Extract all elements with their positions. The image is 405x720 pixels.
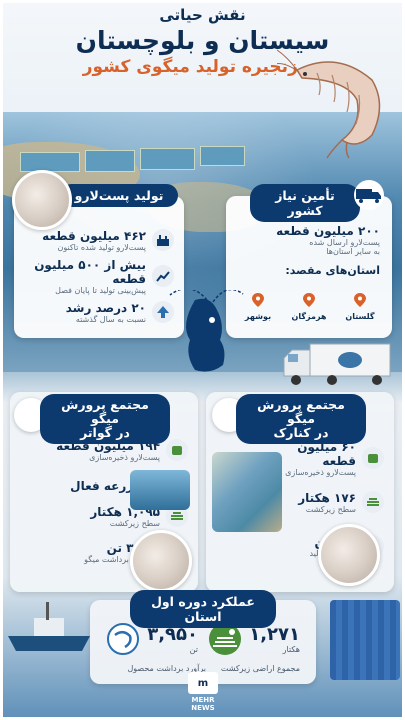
supply-value: ۲۰۰ میلیون قطعه	[276, 224, 380, 238]
header-kicker: نقش حیاتی	[159, 6, 246, 24]
hatchery-icon	[152, 229, 174, 251]
supply-label-2: به سایر استان‌ها	[326, 247, 380, 256]
destination-hormozgan: هرمزگان	[291, 312, 327, 321]
postlarva-photo	[12, 170, 72, 230]
konarak-title-line1: مجتمع پرورش میگو	[257, 397, 345, 426]
postlarva-produced-label: پست‌لارو تولید شده تاکنون	[57, 242, 146, 252]
harvest-unit: تن	[189, 645, 198, 654]
konarak-title: مجتمع پرورش میگو در کنارک	[236, 394, 366, 444]
aerator-photo	[130, 470, 190, 510]
konarak-area-label: سطح زیرکشت	[305, 504, 356, 514]
gwatr-stock-label: پست‌لارو ذخیره‌سازی	[89, 452, 160, 462]
destinations-title: استان‌های مقصد:	[285, 264, 380, 277]
location-pin-icon	[303, 293, 315, 307]
area-unit: هکتار	[282, 645, 300, 654]
gwatr-title-line2: در گواتر	[80, 425, 130, 440]
location-pin-icon	[252, 293, 264, 307]
gwatr-title: مجتمع پرورش میگو در گواتر	[40, 394, 170, 444]
mehr-logo-mark: m	[188, 672, 218, 694]
province-map	[169, 290, 244, 372]
growth-chart-icon	[152, 265, 174, 287]
mehr-logo: m MEHR NEWS	[185, 672, 221, 712]
shrimp-harvest-icon	[107, 623, 139, 655]
performance-title: عملکرد دوره اول استان	[130, 590, 276, 628]
supply-label-1: پست‌لارو ارسال شده	[309, 238, 380, 247]
postlarva-produced-value: ۴۶۲ میلیون قطعه	[42, 228, 146, 243]
logo-sub: NEWS	[191, 704, 215, 712]
postlarva-growth-value: ۲۰ درصد رشد	[65, 300, 146, 315]
konarak-title-line2: در کنارک	[273, 425, 329, 440]
gwatr-title-line1: مجتمع پرورش میگو	[61, 397, 149, 426]
field-icon	[362, 491, 384, 513]
postlarva-title: تولید پست‌لارو	[60, 184, 178, 207]
tank-icon	[362, 447, 384, 469]
shrimp-crate	[330, 600, 400, 680]
gwatr-area-label: سطح زیرکشت	[109, 518, 160, 528]
postlarva-growth-label: نسبت به سال گذشته	[75, 314, 146, 324]
gwatr-shrimp-photo	[130, 530, 192, 592]
postlarva-forecast-label: پیش‌بینی تولید تا پایان فصل	[55, 285, 146, 295]
konarak-stock-label: پست‌لارو ذخیره‌سازی	[285, 467, 356, 477]
shrimp-illustration	[277, 49, 381, 159]
logo-name: MEHR	[191, 696, 215, 704]
konarak-ponds-photo	[212, 452, 282, 532]
supply-title: تأمین نیاز کشور	[250, 184, 360, 222]
tank-icon	[166, 439, 188, 461]
konarak-hands-shrimp-photo	[318, 524, 380, 586]
truck-icon	[354, 180, 384, 210]
transport-truck	[283, 343, 391, 385]
destination-golestan: گلستان	[345, 312, 375, 321]
fishing-boat	[8, 602, 90, 651]
konarak-area-value: ۱۷۶ هکتار	[298, 490, 356, 505]
postlarva-forecast-value: بیش از ۵۰۰ میلیون قطعه	[34, 257, 146, 286]
location-pin-icon	[354, 293, 366, 307]
